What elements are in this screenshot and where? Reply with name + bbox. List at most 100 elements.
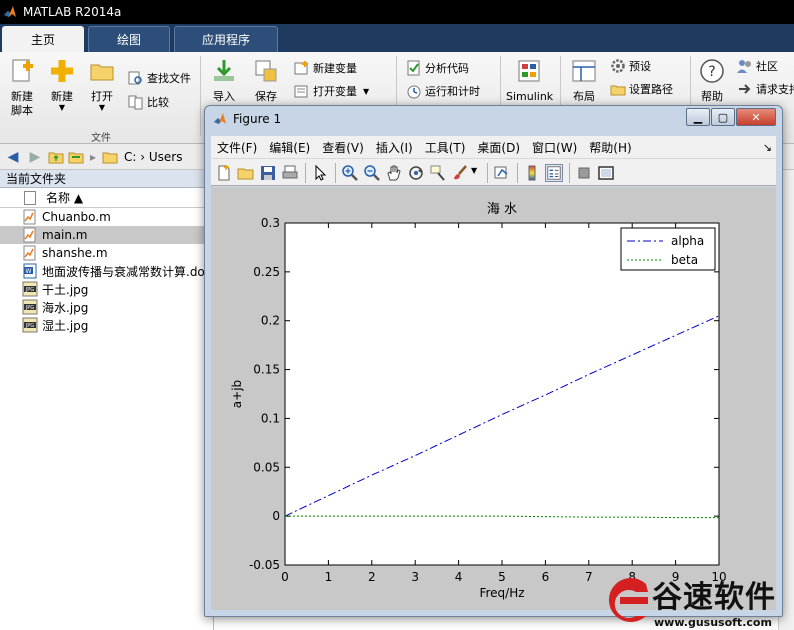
- plot-area[interactable]: 0 1 2 3 4 5 6 7 8 9 10-0.0500.050.10.150.20.250.3海…: [211, 187, 776, 610]
- open-file-icon[interactable]: [237, 164, 255, 182]
- zoom-out-icon[interactable]: [363, 164, 381, 182]
- file-name: 地面波传播与衰减常数计算.doc: [42, 264, 212, 279]
- new-button[interactable]: 新建 ▼: [42, 58, 82, 112]
- chevron-down-icon[interactable]: ▼: [471, 166, 477, 175]
- minimize-button[interactable]: ▁: [686, 108, 710, 126]
- open-variable-button[interactable]: 打开变量 ▼: [294, 83, 369, 99]
- new-figure-icon[interactable]: [215, 164, 233, 182]
- menu-help[interactable]: 帮助(H): [583, 139, 637, 156]
- figure-title-bar[interactable]: Figure 1 ▁ ▢ ✕: [205, 106, 782, 132]
- legend-label-beta: beta: [671, 253, 698, 267]
- community-button[interactable]: 社区: [737, 58, 778, 74]
- name-column-header[interactable]: 名称 ▲: [46, 189, 83, 206]
- tab-home[interactable]: 主页: [2, 26, 84, 52]
- chevron-down-icon: ▼: [363, 86, 370, 96]
- zoom-in-icon[interactable]: [341, 164, 359, 182]
- run-and-time-button[interactable]: 运行和计时: [406, 83, 480, 99]
- hide-plot-tools-icon[interactable]: [575, 164, 593, 182]
- set-path-button[interactable]: 设置路径: [610, 81, 673, 97]
- save-button[interactable]: 保存: [246, 58, 286, 104]
- brush-icon[interactable]: [451, 164, 469, 182]
- file-list-item[interactable]: main.m: [0, 226, 213, 244]
- layout-button[interactable]: 布局: [564, 58, 604, 104]
- colorbar-icon[interactable]: [523, 164, 541, 182]
- import-button[interactable]: 导入: [204, 58, 244, 104]
- menu-insert[interactable]: 插入(I): [370, 139, 419, 156]
- figure-window[interactable]: Figure 1 ▁ ▢ ✕ 文件(F) 编辑(E) 查看(V) 插入(I) 工…: [204, 105, 783, 617]
- new-variable-label: 新建变量: [313, 62, 357, 75]
- analyze-code-button[interactable]: 分析代码: [406, 60, 469, 76]
- import-icon: [214, 60, 234, 81]
- close-button[interactable]: ✕: [736, 108, 776, 126]
- find-files-button[interactable]: 查找文件: [128, 70, 191, 86]
- preferences-button[interactable]: 预设: [610, 58, 651, 74]
- browse-folder-icon[interactable]: [68, 149, 84, 165]
- link-plot-icon[interactable]: [493, 164, 511, 182]
- cursor-arrow-icon[interactable]: [311, 164, 329, 182]
- new-variable-button[interactable]: 新建变量: [294, 60, 357, 76]
- rotate-3d-icon[interactable]: [407, 164, 425, 182]
- file-type-icon: [24, 190, 36, 205]
- menu-edit[interactable]: 编辑(E): [263, 139, 316, 156]
- data-cursor-icon[interactable]: [429, 164, 447, 182]
- forward-arrow-icon[interactable]: ▶: [26, 149, 44, 165]
- menu-file[interactable]: 文件(F): [211, 139, 263, 156]
- analyze-code-icon: [407, 60, 420, 76]
- ribbon-divider: [200, 56, 201, 136]
- open-button[interactable]: 打开 ▼: [82, 58, 122, 112]
- close-icon: ✕: [751, 110, 761, 124]
- show-plot-tools-icon[interactable]: [597, 164, 615, 182]
- tab-apps[interactable]: 应用程序: [174, 26, 278, 52]
- file-list-item[interactable]: JPG 海水.jpg: [0, 298, 213, 316]
- path-separator: ▸: [90, 149, 97, 164]
- m-file-icon: [23, 245, 36, 261]
- maximize-button[interactable]: ▢: [711, 108, 735, 126]
- toolbar-divider: [335, 163, 336, 183]
- support-icon: [739, 84, 751, 94]
- y-tick-label: 0.05: [253, 460, 280, 474]
- new-script-label: 新建 脚本: [11, 90, 33, 117]
- file-list-item[interactable]: JPG 干土.jpg: [0, 280, 213, 298]
- request-support-button[interactable]: 请求支持: [737, 81, 794, 97]
- back-arrow-icon[interactable]: ◀: [4, 149, 22, 165]
- dock-arrow-icon[interactable]: ↘: [763, 141, 772, 154]
- x-tick-label: 0: [281, 570, 289, 584]
- tab-plots[interactable]: 绘图: [88, 26, 170, 52]
- save-figure-icon[interactable]: [259, 164, 277, 182]
- file-list-item[interactable]: JPG 湿土.jpg: [0, 316, 213, 334]
- menu-desktop[interactable]: 桌面(D): [471, 139, 526, 156]
- current-path[interactable]: C: › Users: [124, 150, 182, 164]
- legend-icon[interactable]: [545, 164, 563, 182]
- svg-text:?: ?: [708, 64, 715, 80]
- help-button[interactable]: ? 帮助: [692, 58, 732, 104]
- simulink-button[interactable]: Simulink: [506, 58, 553, 104]
- y-tick-label: 0.1: [261, 411, 280, 425]
- up-folder-icon[interactable]: [48, 149, 64, 165]
- menu-tools[interactable]: 工具(T): [419, 139, 472, 156]
- y-tick-label: 0.15: [253, 363, 280, 377]
- chevron-down-icon: ▼: [58, 103, 66, 112]
- x-tick-label: 3: [411, 570, 419, 584]
- menu-window[interactable]: 窗口(W): [526, 139, 583, 156]
- menu-view[interactable]: 查看(V): [316, 139, 370, 156]
- jpg-file-icon: JPG: [22, 299, 38, 315]
- x-tick-label: 2: [368, 570, 376, 584]
- import-label: 导入: [213, 90, 235, 103]
- pan-hand-icon[interactable]: [385, 164, 403, 182]
- folder-icon: [102, 152, 118, 163]
- layout-icon: [572, 60, 596, 82]
- toolbar-divider: [487, 163, 488, 183]
- watermark-url: www.gususoft.com: [654, 616, 772, 629]
- legend-label-alpha: alpha: [671, 234, 704, 248]
- file-list-item[interactable]: Chuanbo.m: [0, 208, 213, 226]
- file-list-item[interactable]: W 地面波传播与衰减常数计算.doc: [0, 262, 213, 280]
- preferences-label: 预设: [629, 60, 651, 73]
- x-tick-label: 7: [585, 570, 593, 584]
- compare-button[interactable]: 比较: [128, 94, 169, 110]
- file-list-item[interactable]: shanshe.m: [0, 244, 213, 262]
- new-script-button[interactable]: 新建 脚本: [2, 58, 42, 118]
- file-list-header[interactable]: 名称 ▲: [0, 188, 213, 208]
- help-label: 帮助: [701, 90, 723, 103]
- print-icon[interactable]: [281, 164, 299, 182]
- maximize-icon: ▢: [717, 110, 729, 124]
